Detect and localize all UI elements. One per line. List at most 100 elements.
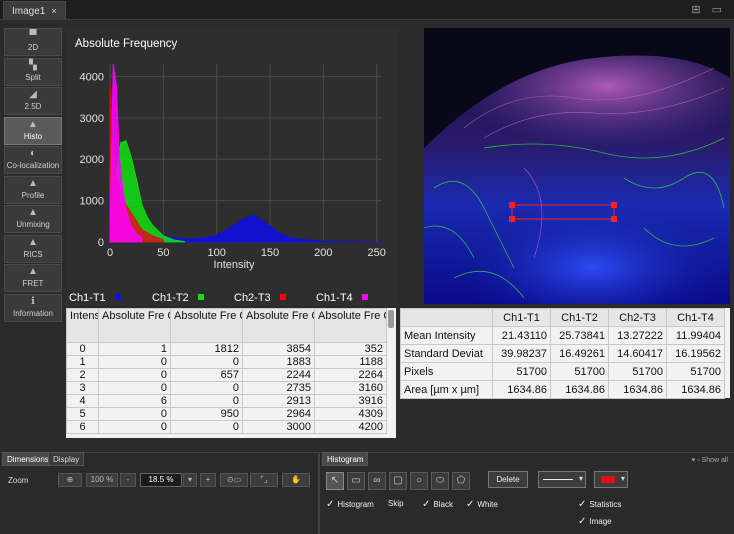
stats-cell: 11.99404	[666, 326, 725, 345]
view-button-split[interactable]: ▚ Split	[4, 58, 62, 86]
close-tab-icon[interactable]: ×	[51, 6, 56, 16]
layout-icon[interactable]: ⊞ ▭	[691, 3, 726, 16]
view-button-2d[interactable]: ▀ 2D	[4, 28, 62, 56]
x-tick-label: 50	[157, 247, 169, 259]
view-icon: ▲	[28, 207, 38, 218]
table-cell: 5	[66, 407, 99, 421]
white-checkbox[interactable]: ✓ White	[466, 499, 498, 510]
view-button-histo[interactable]: ▲ Histo	[4, 117, 62, 145]
statistics-checkbox-label: Statistics	[589, 500, 622, 509]
ellipse-tool-icon[interactable]: ⬭	[431, 472, 449, 490]
stats-row: Pixels 51700 51700 51700 51700	[400, 362, 725, 381]
stats-cell: 21.43110	[492, 326, 551, 345]
zoom-100-button[interactable]: 100 %	[86, 473, 118, 487]
table-header[interactable]: Absolute Fre Ch2-T3	[242, 308, 315, 343]
tab-histogram[interactable]: Histogram	[322, 452, 369, 466]
stats-row-label: Pixels	[400, 362, 493, 381]
table-row[interactable]: 3 0 0 2735 3160	[66, 381, 387, 395]
table-header[interactable]: Absolute Fre Ch1-T1	[98, 308, 171, 343]
rounded-rect-tool-icon[interactable]: ▢	[389, 472, 407, 490]
view-button-information[interactable]: ℹ Information	[4, 294, 62, 322]
view-button-2-5d[interactable]: ◢ 2.5D	[4, 87, 62, 115]
line-style-select[interactable]: ▾	[538, 471, 586, 488]
zoom-in-button[interactable]: +	[200, 473, 216, 487]
panel-divider	[318, 452, 320, 534]
table-cell: 4200	[314, 420, 387, 434]
view-button-label: Co-localization	[6, 161, 60, 170]
show-all-toggle[interactable]: ▾ ▫ Show all	[692, 456, 728, 464]
view-button-fret[interactable]: ▲ FRET	[4, 264, 62, 292]
line-style-preview	[543, 479, 573, 480]
table-header[interactable]: Absolute Fre Ch1-T2	[170, 308, 243, 343]
view-button-label: RICS	[23, 250, 43, 259]
zoom-dropdown-icon[interactable]: ▾	[183, 473, 197, 487]
pan-hand-icon[interactable]: ✋	[282, 473, 310, 487]
stats-cell: 13.27222	[608, 326, 667, 345]
legend-label: Ch1-T4	[316, 292, 353, 304]
image-canvas	[424, 28, 730, 304]
table-cell: 3000	[242, 420, 315, 434]
legend-label: Ch1-T1	[69, 292, 106, 304]
histogram-checkbox[interactable]: ✓ Histogram	[326, 499, 374, 510]
roi-color-select[interactable]: ▾	[594, 471, 628, 488]
microscopy-image[interactable]	[424, 28, 730, 304]
view-button-rics[interactable]: ▲ RICS	[4, 235, 62, 263]
table-scrollbar[interactable]	[388, 310, 394, 328]
document-tab-label: Image1	[12, 6, 46, 17]
table-header[interactable]: Absolute Fre Ch1-T4	[314, 308, 387, 343]
table-cell: 2244	[242, 368, 315, 382]
stats-header: Ch2-T3	[608, 308, 667, 327]
zoom-region-icon[interactable]: ⊙▭	[220, 473, 248, 487]
y-tick-label: 4000	[80, 71, 104, 83]
zoom-out-button[interactable]: -	[120, 473, 136, 487]
view-button-unmixing[interactable]: ▲ Unmixing	[4, 205, 62, 233]
black-checkbox[interactable]: ✓ Black	[422, 499, 453, 510]
view-button-co-localization[interactable]: ◐ Co-localization	[4, 146, 62, 174]
table-cell: 352	[314, 342, 387, 356]
stats-row-label: Standard Deviat	[400, 344, 493, 363]
checkmark-icon: ✓	[578, 516, 587, 527]
stats-cell: 14.60417	[608, 344, 667, 363]
polygon-tool-icon[interactable]: ⬠	[452, 472, 470, 490]
zoom-label: Zoom	[8, 476, 29, 485]
stats-cell: 51700	[608, 362, 667, 381]
table-row[interactable]: 2 0 657 2244 2264	[66, 368, 387, 382]
view-button-label: Profile	[21, 191, 45, 200]
table-cell: 0	[66, 342, 99, 356]
table-row[interactable]: 6 0 0 3000 4200	[66, 420, 387, 434]
view-button-profile[interactable]: ▲ Profile	[4, 176, 62, 204]
table-cell: 3	[66, 381, 99, 395]
tab-dimensions[interactable]: Dimensions	[2, 452, 54, 466]
statistics-checkbox[interactable]: ✓ Statistics	[578, 499, 621, 510]
collapse-icon[interactable]: ▾ ▫	[692, 457, 702, 464]
stats-cell: 51700	[666, 362, 725, 381]
y-tick-label: 1000	[80, 196, 104, 208]
rectangle-tool-icon[interactable]: ▭	[347, 472, 365, 490]
freehand-tool-icon[interactable]: ∞	[368, 472, 386, 490]
circle-tool-icon[interactable]: ○	[410, 472, 428, 490]
table-cell: 0	[170, 420, 243, 434]
zoom-fit-icon[interactable]: ⊕	[58, 473, 82, 487]
y-tick-label: 3000	[80, 113, 104, 125]
statistics-table-panel: Ch1-T1 Ch1-T2 Ch2-T3 Ch1-T4 Mean Intensity 2…	[400, 308, 730, 399]
table-cell: 4309	[314, 407, 387, 421]
table-row[interactable]: 5 0 950 2964 4309	[66, 407, 387, 421]
image-checkbox[interactable]: ✓ Image	[578, 516, 612, 527]
delete-button[interactable]: Delete	[488, 471, 528, 488]
stats-cell: 1634.86	[492, 380, 551, 399]
table-header[interactable]: Intens	[66, 308, 99, 343]
zoom-crop-icon[interactable]: ⌜⌟	[250, 473, 278, 487]
document-tab[interactable]: Image1 ×	[3, 1, 66, 20]
zoom-value-field[interactable]: 18.5 %	[140, 473, 182, 487]
stats-cell: 51700	[492, 362, 551, 381]
view-icon: ▲	[28, 178, 38, 189]
tab-display[interactable]: Display	[48, 452, 85, 466]
stats-cell: 1634.86	[550, 380, 609, 399]
table-row[interactable]: 0 1 1812 3854 352	[66, 342, 387, 356]
pointer-tool-icon[interactable]: ↖	[326, 472, 344, 490]
table-row[interactable]: 1 0 0 1883 1188	[66, 355, 387, 369]
table-row[interactable]: 4 6 0 2913 3916	[66, 394, 387, 408]
x-tick-label: 250	[367, 247, 385, 259]
view-icon: ▲	[28, 266, 38, 277]
table-cell: 950	[170, 407, 243, 421]
